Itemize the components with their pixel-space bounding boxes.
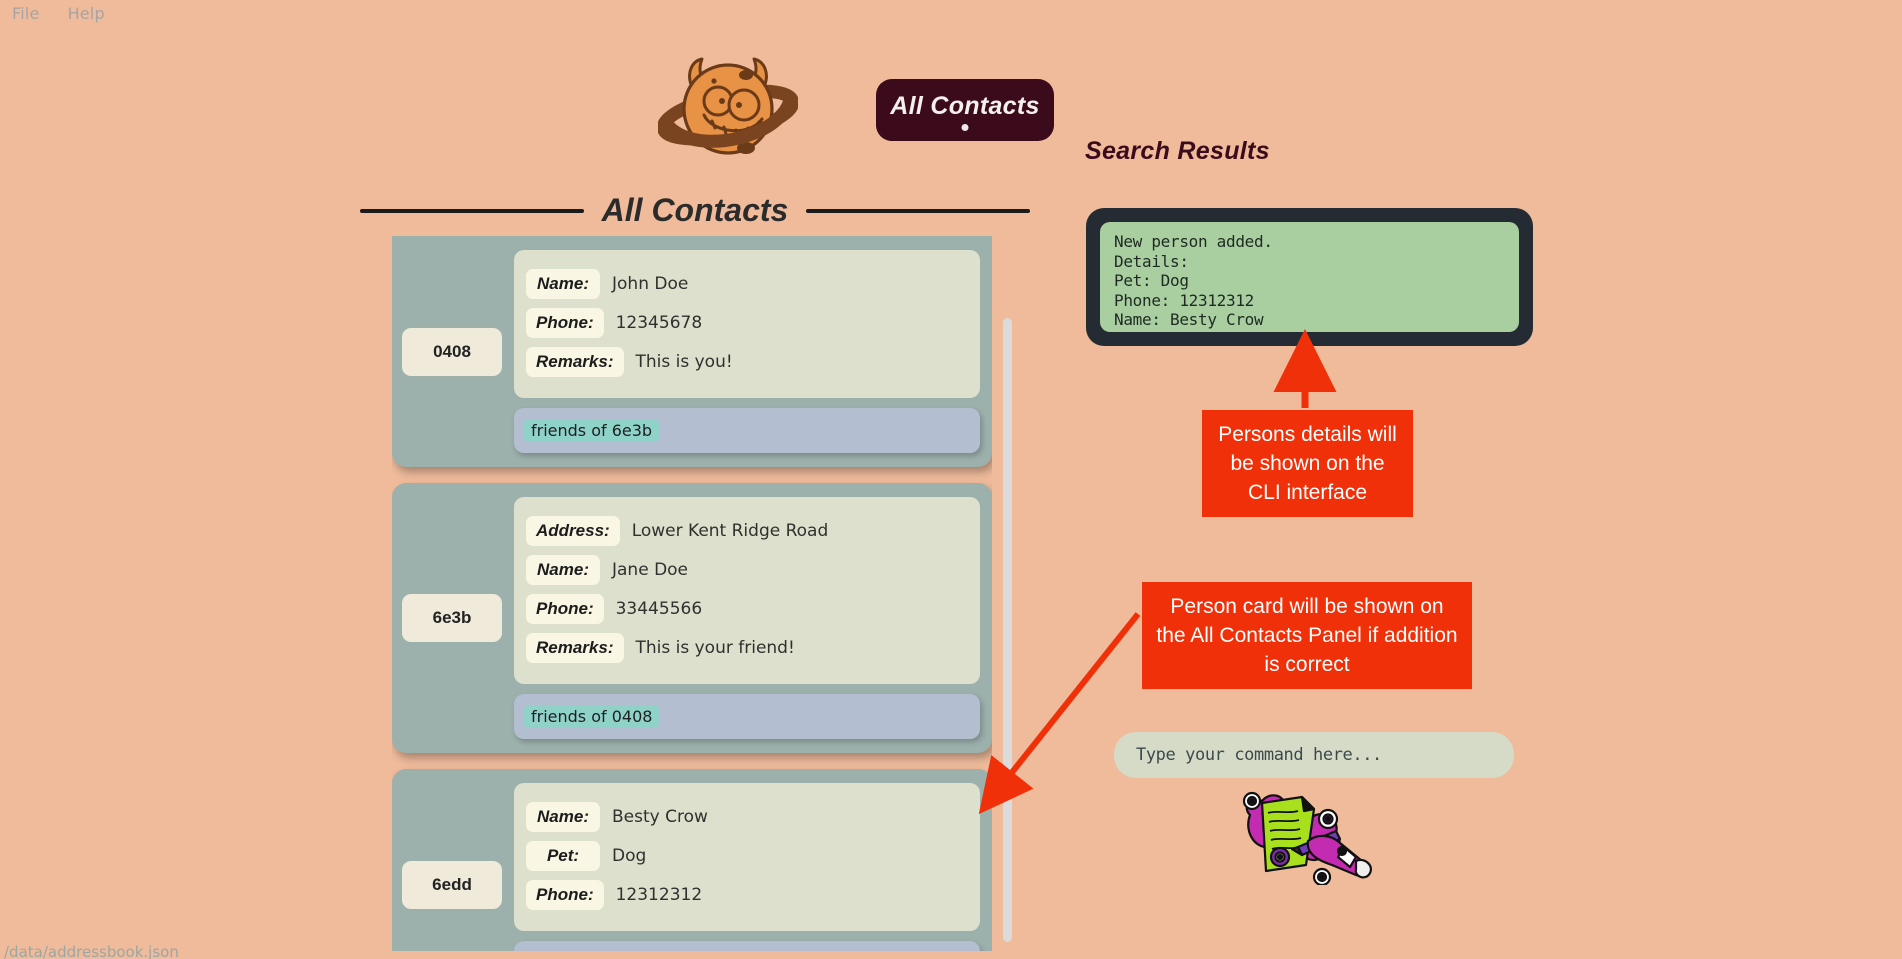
app-header: All Contacts Search Results xyxy=(0,42,1902,172)
tab-all-contacts-label: All Contacts xyxy=(890,92,1040,120)
section-header: All Contacts xyxy=(360,192,1030,229)
menu-file[interactable]: File xyxy=(8,4,44,23)
person-field-label: Remarks: xyxy=(526,347,624,377)
status-bar-path: /data/addressbook.json xyxy=(4,943,179,959)
person-field-row: Phone: 33445566 xyxy=(526,594,968,624)
person-field-label: Name: xyxy=(526,555,600,585)
command-input-placeholder: Type your command here... xyxy=(1136,745,1382,765)
person-card-body: Name: John Doe Phone: 12345678 Remarks: This … xyxy=(514,250,980,453)
person-card[interactable]: 0408 Name: John Doe Phone: 12345678 Remarks: T… xyxy=(392,236,992,467)
result-line: Name: Besty Crow xyxy=(1114,310,1264,329)
person-relations: friends of 6e3b xyxy=(514,408,980,453)
person-field-value: This is you! xyxy=(635,352,733,372)
person-field-value: This is your friend! xyxy=(635,638,795,658)
command-input-box[interactable]: Type your command here... xyxy=(1114,732,1514,778)
result-line: Phone: 12312312 xyxy=(1114,290,1254,310)
result-line: Pet: Dog xyxy=(1114,271,1189,290)
status-bar: /data/addressbook.json xyxy=(0,939,1902,959)
annotation-cli-note: Persons details will be shown on the CLI… xyxy=(1202,410,1413,517)
person-field-value: Besty Crow xyxy=(612,807,708,827)
person-field-row: Phone: 12312312 xyxy=(526,880,968,910)
monster-writing-icon xyxy=(1240,785,1380,887)
person-card[interactable]: 6edd Name: Besty Crow Pet: Dog Phone: 12312312… xyxy=(392,769,992,951)
person-relations: friends of 0408 xyxy=(514,694,980,739)
person-field-row: Remarks: This is your friend! xyxy=(526,633,968,663)
person-field-row: Name: Jane Doe xyxy=(526,555,968,585)
person-fields: Name: Besty Crow Pet: Dog Phone: 12312312 xyxy=(514,783,980,931)
person-field-value: 12345678 xyxy=(615,313,703,333)
person-fields: Name: John Doe Phone: 12345678 Remarks: This … xyxy=(514,250,980,398)
person-field-label: Pet: xyxy=(526,841,600,871)
tab-search-results-label: Search Results xyxy=(1085,137,1270,165)
person-field-row: Name: Besty Crow xyxy=(526,802,968,832)
menu-help[interactable]: Help xyxy=(64,4,109,23)
person-field-value: John Doe xyxy=(612,274,689,294)
person-field-row: Name: John Doe xyxy=(526,269,968,299)
relation-tag: friends of 6e3b xyxy=(524,419,660,442)
person-field-row: Phone: 12345678 xyxy=(526,308,968,338)
person-card-body: Name:Besty CrowPet:DogPhone:12312312Pers… xyxy=(514,783,980,951)
arrow-to-person-card xyxy=(978,612,1141,815)
menu-bar: File Help xyxy=(0,0,1902,27)
person-field-label: Name: xyxy=(526,269,600,299)
result-line: New person added. xyxy=(1114,232,1273,251)
person-field-label: Address: xyxy=(526,516,620,546)
result-display-frame: New person added. Details: Pet: Dog Phone: … xyxy=(1086,208,1533,346)
page-title: All Contacts xyxy=(601,192,789,228)
tab-search-results[interactable]: Search Results xyxy=(1085,137,1270,166)
list-scrollbar[interactable] xyxy=(1003,318,1012,942)
person-field-label: Phone: xyxy=(526,594,604,624)
person-field-value: Jane Doe xyxy=(612,560,689,580)
person-card-body: Address: Lower Kent Ridge Road Name: Jane D… xyxy=(514,497,980,739)
annotation-card-note: Person card will be shown on the All Con… xyxy=(1142,582,1472,689)
person-field-label: Remarks: xyxy=(526,633,624,663)
person-field-value: 33445566 xyxy=(615,599,703,619)
tab-active-indicator-dot xyxy=(961,124,969,131)
person-fields: Address: Lower Kent Ridge Road Name: Jane D… xyxy=(514,497,980,684)
person-card[interactable]: 6e3b Address: Lower Kent Ridge Road Name: Ja… xyxy=(392,483,992,753)
relation-tag: friends of 0408 xyxy=(524,705,660,728)
monster-planet-logo xyxy=(656,49,800,164)
all-contacts-list[interactable]: 0408 Name: John Doe Phone: 12345678 Remarks: T… xyxy=(392,236,992,951)
person-id-chip: 6edd xyxy=(402,860,502,909)
application-window: File Help All Contacts Search Results Al… xyxy=(0,0,1902,959)
person-field-row: Remarks: This is you! xyxy=(526,347,968,377)
title-rule-left xyxy=(360,208,584,213)
person-field-row: Address: Lower Kent Ridge Road xyxy=(526,516,968,546)
person-field-label: Name: xyxy=(526,802,600,832)
tab-all-contacts[interactable]: All Contacts xyxy=(876,79,1054,141)
person-field-value: 12312312 xyxy=(615,885,703,905)
person-field-row: Pet: Dog xyxy=(526,841,968,871)
person-id-chip: 0408 xyxy=(402,327,502,376)
result-display-screen: New person added. Details: Pet: Dog Phone: … xyxy=(1100,222,1519,332)
person-field-value: Dog xyxy=(612,846,647,866)
result-line: Details: xyxy=(1114,251,1189,271)
person-id-chip: 6e3b xyxy=(402,594,502,642)
person-field-value: Lower Kent Ridge Road xyxy=(631,521,829,541)
person-field-label: Phone: xyxy=(526,880,604,910)
person-field-label: Phone: xyxy=(526,308,604,338)
title-rule-right xyxy=(806,208,1030,213)
